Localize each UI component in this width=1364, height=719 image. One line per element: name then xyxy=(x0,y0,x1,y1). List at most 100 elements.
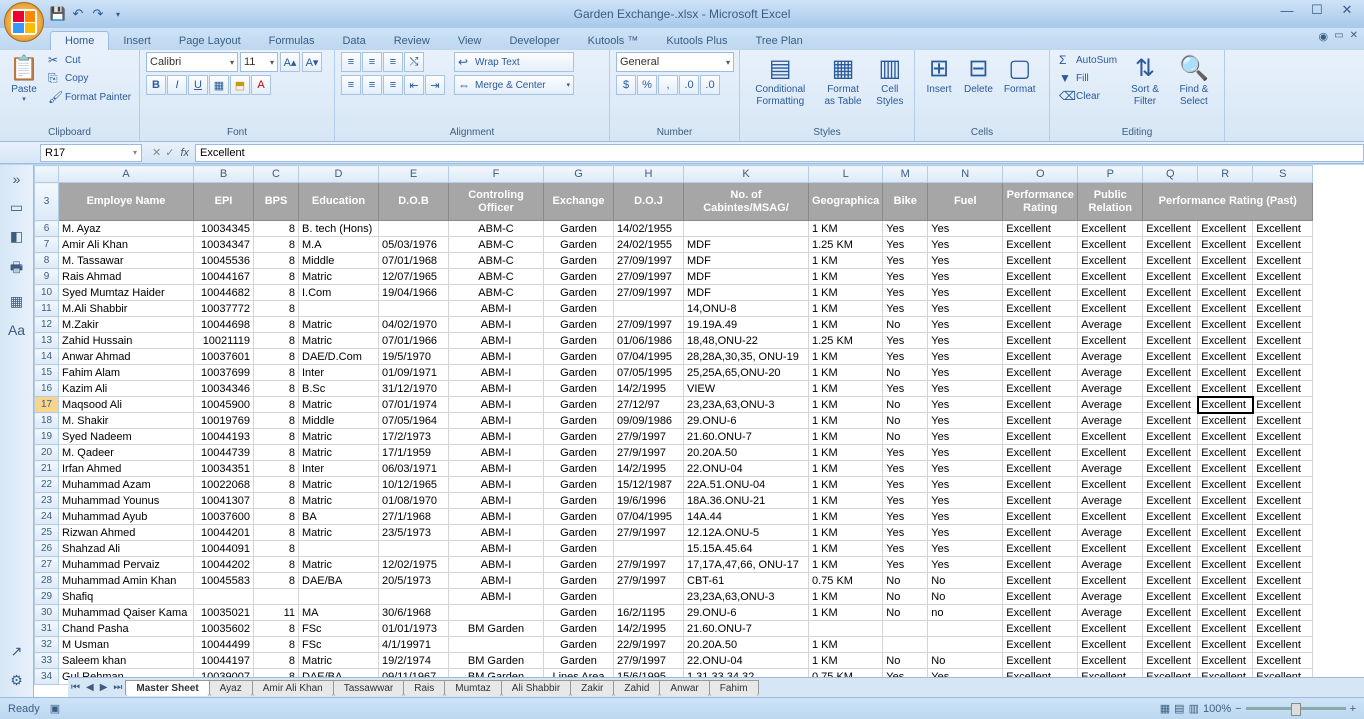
cell[interactable]: 8 xyxy=(254,365,299,381)
row-header[interactable]: 6 xyxy=(35,221,59,237)
cell[interactable]: Excellent xyxy=(1143,589,1198,605)
cell[interactable]: 10021119 xyxy=(194,333,254,349)
macro-icon[interactable]: ▣ xyxy=(50,702,60,715)
cell[interactable]: Excellent xyxy=(1143,349,1198,365)
cell[interactable]: Excellent xyxy=(1143,573,1198,589)
cell[interactable]: Excellent xyxy=(1253,365,1313,381)
cell[interactable]: Excellent xyxy=(1143,301,1198,317)
cell[interactable] xyxy=(883,637,928,653)
cell[interactable]: Excellent xyxy=(1253,237,1313,253)
cell[interactable]: 1 KM xyxy=(809,541,883,557)
cell[interactable]: 07/01/1974 xyxy=(379,397,449,413)
cell[interactable]: Yes xyxy=(883,253,928,269)
cell[interactable]: 1 KM xyxy=(809,365,883,381)
decrease-decimal-button[interactable]: .0 xyxy=(700,75,720,95)
min-ribbon-icon[interactable]: ▭ xyxy=(1334,30,1343,43)
cell[interactable]: Yes xyxy=(883,221,928,237)
sheet-tab[interactable]: Amir Ali Khan xyxy=(252,680,334,696)
cell[interactable] xyxy=(883,621,928,637)
sheet-nav-last[interactable]: ⏭ xyxy=(110,682,125,693)
fill-color-button[interactable]: ⬒ xyxy=(230,75,250,95)
cell[interactable]: Excellent xyxy=(1143,445,1198,461)
cell[interactable]: 10037601 xyxy=(194,349,254,365)
cell[interactable]: Muhammad Azam xyxy=(59,477,194,493)
cell[interactable]: Garden xyxy=(544,269,614,285)
close-workbook-icon[interactable]: ✕ xyxy=(1350,30,1358,43)
col-header[interactable]: Q xyxy=(1143,166,1198,183)
cell[interactable]: Excellent xyxy=(1003,445,1078,461)
cell[interactable]: 8 xyxy=(254,573,299,589)
row-header[interactable]: 34 xyxy=(35,669,59,685)
cell[interactable]: Fahim Alam xyxy=(59,365,194,381)
cell[interactable]: 12/07/1965 xyxy=(379,269,449,285)
sort-filter-button[interactable]: ⇅Sort & Filter xyxy=(1123,52,1167,110)
cell[interactable]: Excellent xyxy=(1003,285,1078,301)
cell[interactable]: Garden xyxy=(544,237,614,253)
cell[interactable]: 1 KM xyxy=(809,253,883,269)
cell[interactable]: Average xyxy=(1078,397,1143,413)
cell[interactable]: Matric xyxy=(299,493,379,509)
cell[interactable]: 15/12/1987 xyxy=(614,477,684,493)
cell[interactable]: ABM-I xyxy=(449,525,544,541)
cell[interactable]: 07/04/1995 xyxy=(614,509,684,525)
cell[interactable]: Excellent xyxy=(1003,621,1078,637)
col-header[interactable]: E xyxy=(379,166,449,183)
cell[interactable]: Yes xyxy=(883,461,928,477)
cell[interactable]: I.Com xyxy=(299,285,379,301)
cell[interactable]: 14,ONU-8 xyxy=(684,301,809,317)
cell[interactable]: M.A xyxy=(299,237,379,253)
sheet-tab[interactable]: Ayaz xyxy=(209,680,253,696)
cell[interactable]: Excellent xyxy=(1143,429,1198,445)
col-header[interactable]: O xyxy=(1003,166,1078,183)
cell[interactable] xyxy=(379,221,449,237)
align-right-button[interactable]: ≡ xyxy=(383,75,403,95)
cell[interactable]: 27/9/1997 xyxy=(614,573,684,589)
cell[interactable]: 8 xyxy=(254,253,299,269)
cell[interactable]: CBT-61 xyxy=(684,573,809,589)
cell[interactable]: ABM-C xyxy=(449,237,544,253)
cell[interactable]: Yes xyxy=(928,445,1003,461)
cell[interactable]: Excellent xyxy=(1003,317,1078,333)
cell[interactable]: Middle xyxy=(299,253,379,269)
cell[interactable] xyxy=(299,541,379,557)
cell[interactable]: Yes xyxy=(928,253,1003,269)
cell[interactable]: M Usman xyxy=(59,637,194,653)
cell[interactable]: Excellent xyxy=(1143,221,1198,237)
cell[interactable]: Excellent xyxy=(1078,621,1143,637)
cell[interactable]: FSc xyxy=(299,637,379,653)
cell[interactable]: Excellent xyxy=(1078,637,1143,653)
cell[interactable]: 1 KM xyxy=(809,445,883,461)
cell[interactable]: Matric xyxy=(299,557,379,573)
save-icon[interactable]: 💾 xyxy=(50,6,66,22)
cell[interactable]: ABM-I xyxy=(449,493,544,509)
row-header[interactable]: 21 xyxy=(35,461,59,477)
cell[interactable]: Yes xyxy=(928,365,1003,381)
cell[interactable]: 10044202 xyxy=(194,557,254,573)
cell[interactable]: Matric xyxy=(299,525,379,541)
cell[interactable]: Yes xyxy=(883,509,928,525)
cell[interactable]: M. Tassawar xyxy=(59,253,194,269)
cell[interactable]: Excellent xyxy=(1003,269,1078,285)
cell[interactable]: Garden xyxy=(544,589,614,605)
tab-kutools-plus[interactable]: Kutools Plus xyxy=(652,32,741,50)
cell[interactable]: Yes xyxy=(883,381,928,397)
cell[interactable]: Excellent xyxy=(1078,333,1143,349)
cell[interactable]: 8 xyxy=(254,477,299,493)
cell[interactable]: 27/9/1997 xyxy=(614,557,684,573)
cell[interactable]: Matric xyxy=(299,269,379,285)
autosum-button[interactable]: ΣAutoSum xyxy=(1056,52,1120,68)
sheet-tab[interactable]: Ali Shabbir xyxy=(501,680,571,696)
cell[interactable]: ABM-I xyxy=(449,333,544,349)
name-box[interactable]: R17▾ xyxy=(40,144,142,162)
cell[interactable]: ABM-C xyxy=(449,253,544,269)
cell[interactable]: Excellent xyxy=(1143,269,1198,285)
cell[interactable]: 05/03/1976 xyxy=(379,237,449,253)
cell[interactable]: 10044197 xyxy=(194,653,254,669)
cell[interactable] xyxy=(928,637,1003,653)
cell[interactable]: 10044698 xyxy=(194,317,254,333)
cell[interactable]: Excellent xyxy=(1078,237,1143,253)
help-icon[interactable]: ◉ xyxy=(1319,30,1329,43)
cell[interactable]: Yes xyxy=(928,381,1003,397)
cell[interactable]: Amir Ali Khan xyxy=(59,237,194,253)
sheet-tab[interactable]: Master Sheet xyxy=(125,680,209,696)
